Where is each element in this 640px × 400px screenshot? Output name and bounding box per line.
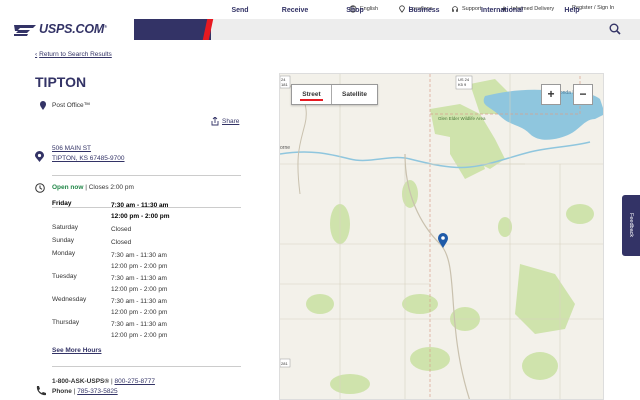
phone-number[interactable]: 785-373-5825 [77,388,117,395]
map-canvas[interactable]: Waconda Lake Glen Elder Wildlife Area US… [280,74,604,400]
hours-day: Tuesday [52,273,77,280]
map-tab-satellite[interactable]: Satellite [332,85,377,104]
hours-day: Saturday [52,224,79,231]
headset-icon [452,6,458,12]
map-type-toggle: Street Satellite [291,84,378,105]
ask-usps-number[interactable]: 800-275-8777 [114,378,154,385]
open-now-label: Open now [52,184,84,191]
nav-international[interactable]: International [476,0,528,21]
page-title: TIPTON [35,74,87,90]
nav-send[interactable]: Send [222,0,258,21]
location-type-label: Post Office™ [52,102,91,109]
nav-business[interactable]: Business [404,0,444,21]
open-status: Open now | Closes 2:00 pm [52,184,134,191]
clock-icon [35,183,45,193]
hours-day: Sunday [52,237,75,244]
map-label-ks9: K5 9 [458,82,467,87]
location-type: Post Office™ [40,101,90,110]
nav-quick-tools[interactable]: Quick Tools [134,0,208,21]
see-more-hours-link[interactable]: See More Hours [52,347,102,354]
nav-background [209,19,640,40]
divider [52,175,241,176]
logo-text: USPS.COM® [39,22,107,36]
hours-times: Closed [111,239,132,246]
hours-day: Thursday [52,319,80,326]
nav-help[interactable]: Help [559,0,585,21]
today-divider [52,207,241,208]
return-label: Return to Search Results [39,51,112,58]
address-line-1: 506 MAIN ST [52,145,92,152]
map-label-orne: orne [280,145,290,151]
eagle-logo-icon [14,24,36,36]
usps-logo[interactable]: USPS.COM® [14,20,107,38]
divider [52,366,241,367]
hours-times: 7:30 am - 11:30 am 12:00 pm - 2:00 pm [111,252,168,270]
pin-icon [40,101,46,110]
utility-bar: English Locations Support Informed Deliv… [0,0,640,18]
hours-day: Monday [52,250,76,257]
hours-times: 7:30 am - 11:30 am 12:00 pm - 2:00 pm [111,202,170,220]
address-pin-icon [35,151,44,162]
phone-icon [36,386,46,396]
closes-label: | Closes 2:00 pm [83,184,134,191]
share-button[interactable]: Share [211,117,239,126]
map-label-281: 281 [281,361,288,366]
zoom-out-button[interactable]: − [573,84,593,105]
chevron-left-icon: ‹ [35,51,38,58]
address-line-2: TIPTON, KS 67485-9700 [52,155,125,162]
phone-label: Phone [52,388,72,395]
nav-quick-tools-bg [134,19,211,40]
hours-times: 7:30 am - 11:30 am 12:00 pm - 2:00 pm [111,298,168,316]
search-icon[interactable] [609,23,621,35]
map-tab-street[interactable]: Street [292,85,332,104]
hours-day: Friday [52,200,72,207]
map-location-marker[interactable] [438,233,448,248]
phone-info: 1-800-ASK-USPS® | 800-275-8777 Phone | 7… [52,378,155,395]
map-label-wildlife: Glen Elder Wildlife Area [438,116,486,121]
ask-usps-label: 1-800-ASK-USPS® [52,378,110,385]
map-river [280,141,591,169]
hours-times: 7:30 am - 11:30 am 12:00 pm - 2:00 pm [111,321,168,339]
nav-shop[interactable]: Shop [339,0,371,21]
zoom-in-button[interactable]: + [541,84,561,105]
map-view[interactable]: Waconda Lake Glen Elder Wildlife Area US… [279,73,604,400]
nav-receive[interactable]: Receive [274,0,316,21]
map-marker-dot [441,236,445,240]
map-label-181: 181 [281,82,288,87]
hours-times: 7:30 am - 11:30 am 12:00 pm - 2:00 pm [111,275,168,293]
return-to-results-link[interactable]: ‹ Return to Search Results [35,51,112,58]
share-label: Share [222,118,240,125]
feedback-tab[interactable]: Feedback [622,195,640,256]
hours-day: Wednesday [52,296,87,303]
address-link[interactable]: 506 MAIN ST TIPTON, KS 67485-9700 [52,144,125,164]
hours-times: Closed [111,226,132,233]
share-icon [211,117,219,126]
